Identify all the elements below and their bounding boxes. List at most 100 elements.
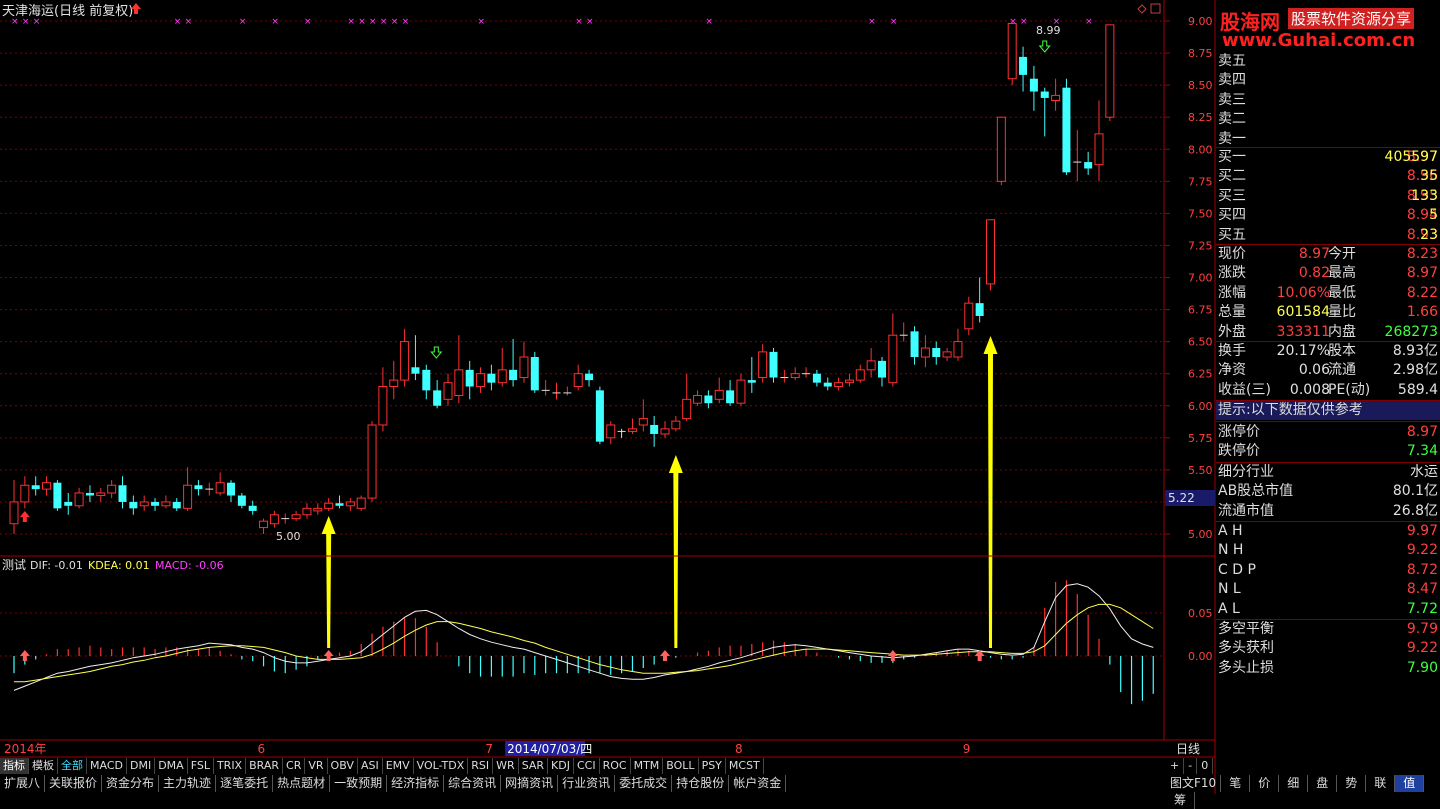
bottom-tab[interactable]: 热点题材 xyxy=(273,775,331,792)
quote-key: N H xyxy=(1218,542,1244,559)
bottom-tab[interactable]: 扩展八 xyxy=(0,775,46,792)
indicator-tab[interactable]: DMA xyxy=(155,758,188,774)
price-tick-label: 6.25 xyxy=(1188,368,1213,381)
price-tick-label: 7.25 xyxy=(1188,239,1213,252)
bottom-tab[interactable]: 关联报价 xyxy=(45,775,103,792)
indicator-tab[interactable]: 模板 xyxy=(29,758,58,774)
quote-value: 20.17% xyxy=(1276,343,1330,359)
quote-value2: 8.72 xyxy=(1406,561,1438,578)
indicator-tab[interactable]: ROC xyxy=(599,758,631,774)
bottom-tab[interactable]: 经济指标 xyxy=(387,775,445,792)
bottom-tab[interactable]: 帐户资金 xyxy=(729,775,787,792)
quote-key: 买二 xyxy=(1218,168,1246,185)
indicator-tab[interactable]: WR xyxy=(493,758,519,774)
bottom-tab[interactable]: 综合资讯 xyxy=(444,775,502,792)
price-tick-label: 5.75 xyxy=(1188,432,1213,445)
quote-key: 涨停价 xyxy=(1218,424,1260,440)
signal-x-mark: × xyxy=(1085,17,1093,27)
indicator-tab[interactable]: EMV xyxy=(382,758,414,774)
indicator-tab[interactable]: DMI xyxy=(126,758,156,774)
indicator-kdea: KDEA: 0.01 xyxy=(88,559,150,572)
bottom-tab[interactable]: 逐笔委托 xyxy=(216,775,274,792)
price-tick-label: 6.00 xyxy=(1188,400,1213,413)
quote-value2: 1.66 xyxy=(1406,304,1438,321)
indicator-tab[interactable]: MCST xyxy=(725,758,764,774)
indicator-tab[interactable]: VR xyxy=(305,758,328,774)
quote-key: 卖二 xyxy=(1218,111,1246,128)
price-tick-label: 8.00 xyxy=(1188,143,1213,156)
indicator-tab[interactable]: TRIX xyxy=(213,758,247,774)
x-axis-label: 8 xyxy=(735,742,743,756)
quote-row: 总量 601584 量比 1.66 xyxy=(1216,303,1440,322)
indicator-tab[interactable]: MACD xyxy=(87,758,127,774)
bottom-tab[interactable]: 网摘资讯 xyxy=(501,775,559,792)
signal-x-mark: × xyxy=(185,17,193,27)
price-tick-label: 7.00 xyxy=(1188,272,1213,285)
quote-key: AB股总市值 xyxy=(1218,483,1294,500)
quote-value2: 80.1亿 xyxy=(1392,483,1438,500)
signal-x-mark: × xyxy=(478,17,486,27)
panel-divider xyxy=(1216,421,1440,422)
indicator-tab[interactable]: OBV xyxy=(327,758,358,774)
quote-value2: 405597 xyxy=(1384,149,1438,165)
quote-value2: 23 xyxy=(1420,226,1438,243)
candle xyxy=(769,348,778,383)
scroll-control-button[interactable]: - xyxy=(1184,758,1198,774)
quote-key: 细分行业 xyxy=(1218,464,1274,480)
candle xyxy=(367,421,377,502)
signal-x-mark: × xyxy=(380,17,388,27)
scroll-control-button[interactable]: 0 xyxy=(1197,758,1214,774)
quote-value2: 8.47 xyxy=(1406,581,1438,598)
quote-key: 多空平衡 xyxy=(1218,621,1274,637)
indicator-tab[interactable]: CR xyxy=(283,758,306,774)
chart-title: 天津海运(日线 前复权) xyxy=(2,3,133,19)
quote-key: 多头止损 xyxy=(1218,659,1274,676)
price-tick-label: 7.50 xyxy=(1188,207,1213,220)
price-tick-label: 6.75 xyxy=(1188,304,1213,317)
quote-key: 换手 xyxy=(1218,343,1246,359)
bottom-tab[interactable]: 主力轨迹 xyxy=(159,775,217,792)
quote-key2: 最低 xyxy=(1328,284,1356,301)
quote-key2: 最高 xyxy=(1328,265,1356,282)
quote-value2: 589.4 xyxy=(1397,381,1438,398)
indicator-tab[interactable]: ASI xyxy=(357,758,383,774)
quote-row: 买五 8.93 23 xyxy=(1216,226,1440,245)
period-label[interactable]: 日线 xyxy=(1176,742,1200,756)
bottom-tab[interactable]: 持仓股份 xyxy=(672,775,730,792)
indicator-tab[interactable]: SAR xyxy=(518,758,549,774)
quote-key: A L xyxy=(1218,600,1240,617)
bottom-tab[interactable]: 一致预期 xyxy=(330,775,388,792)
right-bottom-tab[interactable]: 图文F10 xyxy=(1166,775,1222,792)
quote-row: 多头获利 9.22 xyxy=(1216,639,1440,658)
quote-row: N H 9.22 xyxy=(1216,541,1440,560)
indicator-tab[interactable]: BRAR xyxy=(246,758,284,774)
right-bottom-tab[interactable]: 筹 xyxy=(1166,792,1196,809)
indicator-tab-bar: 指标 模板 全部 MACD DMI DMA FSL TRIX BRAR CR VR OBV ASI EMV… xyxy=(0,758,764,774)
indicator-tab[interactable]: MTM xyxy=(630,758,664,774)
indicator-tab[interactable]: BOLL xyxy=(663,758,699,774)
quote-row: 卖四 xyxy=(1216,71,1440,90)
quote-key: 买五 xyxy=(1218,226,1246,243)
quote-row: 收益(三) 0.008 PE(动) 589.4 xyxy=(1216,381,1440,400)
indicator-tab[interactable]: 指标 xyxy=(0,758,29,774)
macd-tick-label: 0.05 xyxy=(1188,607,1213,620)
indicator-tab[interactable]: VOL-TDX xyxy=(413,758,469,774)
quote-value2: 8.22 xyxy=(1406,284,1438,301)
bottom-tab[interactable]: 委托成交 xyxy=(615,775,673,792)
quote-value2: 2.98亿 xyxy=(1392,362,1438,379)
quote-value2: 9.22 xyxy=(1406,640,1438,657)
bottom-tab[interactable]: 行业资讯 xyxy=(558,775,616,792)
quote-row: 流通市值 26.8亿 xyxy=(1216,502,1440,521)
scroll-control-button[interactable]: + xyxy=(1166,758,1185,774)
bottom-tab[interactable]: 资金分布 xyxy=(102,775,160,792)
indicator-tab[interactable]: CCI xyxy=(573,758,600,774)
quote-row: 涨停价 8.97 xyxy=(1216,423,1440,442)
kline-chart: ×××××××××××××××××××××××× 5.005.255.505.7… xyxy=(0,0,1216,794)
indicator-tab[interactable]: PSY xyxy=(698,758,726,774)
indicator-tab[interactable]: 全部 xyxy=(58,758,87,774)
indicator-tab[interactable]: KDJ xyxy=(548,758,574,774)
indicator-tab[interactable]: FSL xyxy=(187,758,214,774)
candle xyxy=(595,386,604,445)
indicator-tab[interactable]: RSI xyxy=(468,758,494,774)
quote-key2: 股本 xyxy=(1328,343,1356,359)
